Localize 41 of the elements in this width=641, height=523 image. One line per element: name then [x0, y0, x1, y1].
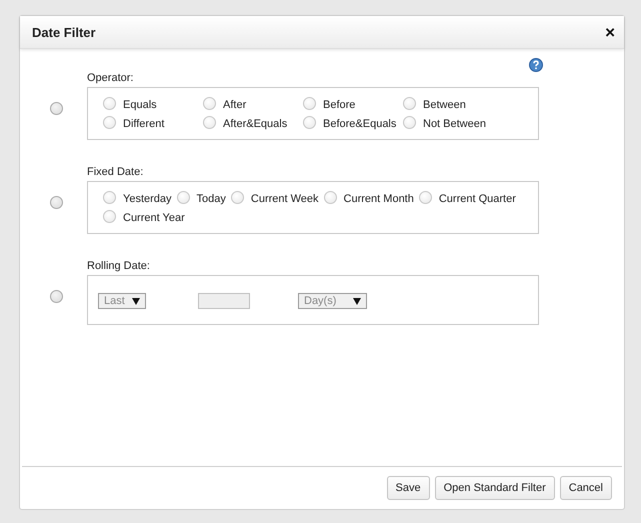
radio-button[interactable]: [50, 102, 63, 115]
radio-button[interactable]: [403, 116, 416, 129]
option-label: Equals: [123, 99, 157, 111]
section-label: Operator:: [87, 72, 134, 84]
caret-icon: [132, 298, 140, 304]
caret-icon: [353, 298, 361, 304]
option-label: Current Week: [250, 193, 319, 205]
dialog-button[interactable]: Cancel: [560, 476, 612, 500]
option-label: Before&Equals: [323, 118, 396, 130]
radio-button[interactable]: [303, 97, 316, 110]
radio-button[interactable]: [303, 116, 316, 129]
option-label: Current Month: [344, 193, 414, 205]
radio-button[interactable]: [176, 191, 190, 204]
dialog-button[interactable]: Open Standard Filter: [434, 476, 555, 500]
option-label: Between: [423, 99, 466, 111]
radio-button[interactable]: [103, 116, 116, 129]
window-title: Date Filter: [32, 24, 96, 40]
radio-button[interactable]: [203, 97, 216, 110]
option-label: Yesterday: [123, 193, 172, 205]
radio-button[interactable]: [403, 97, 416, 110]
radio-button[interactable]: [418, 191, 432, 204]
radio-button[interactable]: [230, 191, 244, 204]
option-label: Not Between: [423, 118, 486, 130]
radio-button[interactable]: [103, 97, 116, 110]
dialog-button[interactable]: Save: [386, 476, 430, 500]
radio-button[interactable]: [103, 191, 116, 204]
option-label: After&Equals: [223, 118, 288, 130]
option-label: After: [223, 99, 246, 111]
close-button[interactable]: ×: [605, 24, 615, 40]
section-label: Rolling Date:: [87, 260, 151, 272]
radio-button[interactable]: [103, 210, 116, 223]
option-label: Today: [196, 193, 226, 205]
option-label: Different: [123, 118, 164, 130]
option-label: Current Year: [123, 212, 185, 224]
section-label: Fixed Date:: [87, 166, 144, 178]
radio-button[interactable]: [324, 191, 337, 204]
option-label: Before: [323, 99, 356, 111]
help-icon[interactable]: [529, 58, 543, 72]
radio-button[interactable]: [203, 116, 216, 129]
radio-button[interactable]: [50, 196, 63, 209]
option-label: Current Quarter: [438, 193, 516, 205]
